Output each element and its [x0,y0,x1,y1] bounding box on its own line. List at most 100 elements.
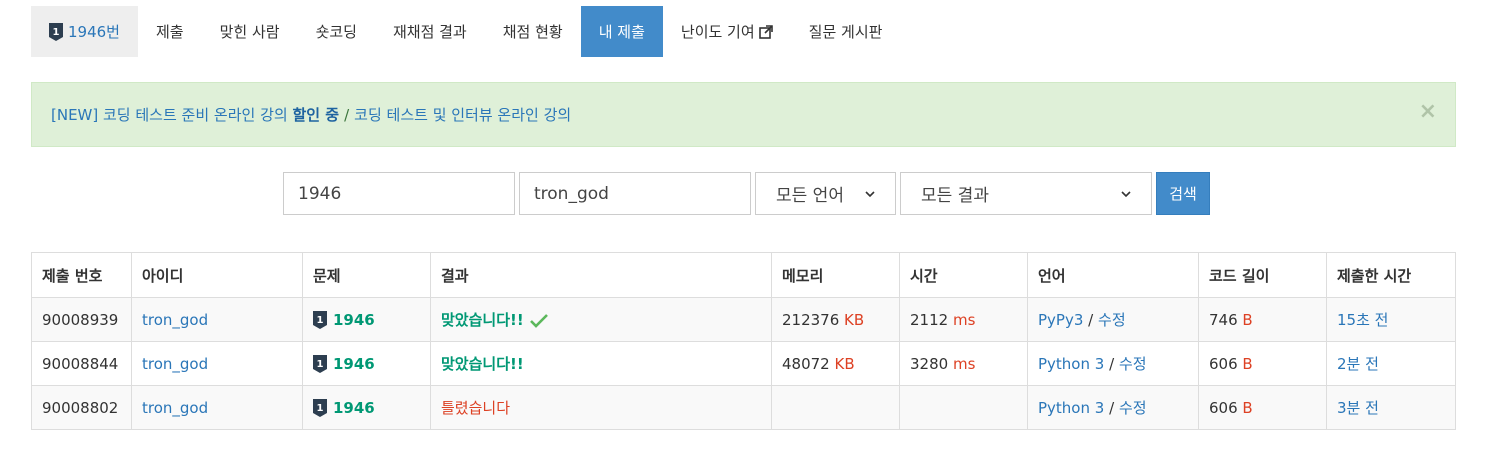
tab-questions[interactable]: 질문 게시판 [791,6,901,57]
svg-text:1: 1 [317,315,324,326]
tab-short-coding[interactable]: 숏코딩 [298,6,375,57]
promo-link-1[interactable]: [NEW] 코딩 테스트 준비 온라인 강의 할인 중 [51,104,339,125]
tab-label: 채점 현황 [502,23,563,41]
external-link-icon [758,24,773,39]
problem-link[interactable]: 1 1946 [313,398,420,417]
tab-rejudge[interactable]: 재채점 결과 [375,6,485,57]
tab-solved-users[interactable]: 맞힌 사람 [202,6,298,57]
edit-link[interactable]: 수정 [1119,399,1147,417]
code-length-value: 606 [1209,354,1238,373]
problem-link[interactable]: 1 1946 [313,310,420,329]
svg-text:1: 1 [53,27,60,38]
tab-submit[interactable]: 제출 [138,6,202,57]
result-select[interactable]: 모든 결과 [900,172,1152,215]
promo-alert: [NEW] 코딩 테스트 준비 온라인 강의 할인 중 / 코딩 테스트 및 인… [31,82,1456,147]
header-code-length: 코드 길이 [1198,252,1327,298]
result-value: 모든 결과 [921,186,989,206]
problem-number: 1946 [333,310,375,329]
alert-bold: 할인 중 [292,106,340,124]
problem-id-input[interactable]: 1946 [283,172,515,215]
memory-value: 48072 [782,354,830,373]
tab-label: 숏코딩 [315,23,357,41]
header-memory: 메모리 [771,252,900,298]
table-row: 90008802 tron_god 1 1946 틀렸습니다 Python 3 /… [31,385,1456,430]
header-submitted-time: 제출한 시간 [1326,252,1456,298]
tab-difficulty[interactable]: 난이도 기여 [663,6,791,57]
svg-text:1: 1 [317,403,324,414]
edit-link[interactable]: 수정 [1119,355,1147,373]
memory-unit: KB [844,310,865,329]
time-value [899,385,1028,430]
time-value: 3280 [910,354,949,373]
tab-label: 질문 게시판 [808,23,883,41]
tier-badge-icon: 1 [49,22,63,41]
memory-value [771,385,900,430]
header-language: 언어 [1027,252,1199,298]
code-length-unit: B [1242,398,1253,417]
memory-unit: KB [834,354,855,373]
submission-id: 90008844 [31,341,132,386]
time-unit: ms [952,310,976,329]
user-link[interactable]: tron_god [142,355,208,373]
tier-badge-icon: 1 [313,354,327,373]
user-link[interactable]: tron_god [142,311,208,329]
table-header-row: 제출 번호 아이디 문제 결과 메모리 시간 언어 코드 길이 제출한 시간 [31,252,1456,298]
result-text: 맞았습니다!! [441,311,524,329]
alert-separator: / [344,105,350,124]
code-length-value: 606 [1209,398,1238,417]
header-user: 아이디 [131,252,303,298]
tab-problem[interactable]: 1 1946번 [31,6,138,57]
check-icon [529,313,548,328]
problem-number: 1946 [333,354,375,373]
edit-link[interactable]: 수정 [1098,311,1126,329]
table-row: 90008844 tron_god 1 1946 맞았습니다!! 48072 KB… [31,341,1456,386]
code-length-unit: B [1242,354,1253,373]
time-unit: ms [952,354,976,373]
language-link[interactable]: PyPy3 [1038,311,1083,329]
tab-label: 제출 [155,23,184,41]
promo-link-2[interactable]: 코딩 테스트 및 인터뷰 온라인 강의 [354,104,571,125]
code-length-unit: B [1242,310,1253,329]
alert-text: [NEW] 코딩 테스트 준비 온라인 강의 [51,106,288,124]
submitted-time-link[interactable]: 15초 전 [1337,311,1388,329]
memory-value: 212376 [782,310,840,329]
tab-label: 1946번 [68,23,120,41]
chevron-down-icon [865,190,875,197]
problem-link[interactable]: 1 1946 [313,354,420,373]
result-text: 틀렸습니다 [441,399,511,417]
tier-badge-icon: 1 [313,398,327,417]
language-value: 모든 언어 [776,186,844,206]
submitted-time-link[interactable]: 2분 전 [1337,355,1379,373]
tab-label: 재채점 결과 [392,23,467,41]
language-link[interactable]: Python 3 [1038,355,1104,373]
tab-label: 내 제출 [598,23,645,41]
language-link[interactable]: Python 3 [1038,399,1104,417]
user-id-input[interactable]: tron_god [519,172,751,215]
header-time: 시간 [899,252,1028,298]
problem-tabs: 1 1946번 제출 맞힌 사람 숏코딩 재채점 결과 채점 현황 내 제출 난… [31,6,900,57]
code-length-value: 746 [1209,310,1238,329]
problem-number: 1946 [333,398,375,417]
tab-label: 난이도 기여 [680,23,755,41]
svg-text:1: 1 [317,359,324,370]
table-row: 90008939 tron_god 1 1946 맞았습니다!! 212376 K… [31,297,1456,342]
submitted-time-link[interactable]: 3분 전 [1337,399,1379,417]
header-problem: 문제 [302,252,431,298]
submission-id: 90008802 [31,385,132,430]
header-submission-id: 제출 번호 [31,252,132,298]
time-value: 2112 [910,310,949,329]
search-form: 1946 tron_god 모든 언어 모든 결과 검색 [283,172,1210,215]
user-link[interactable]: tron_god [142,399,208,417]
search-button[interactable]: 검색 [1156,172,1210,215]
submission-table: 제출 번호 아이디 문제 결과 메모리 시간 언어 코드 길이 제출한 시간 9… [31,252,1456,430]
tab-label: 맞힌 사람 [219,23,280,41]
submission-id: 90008939 [31,297,132,342]
tab-my-submissions[interactable]: 내 제출 [580,6,663,57]
header-result: 결과 [430,252,772,298]
chevron-down-icon [1121,190,1131,197]
result-text: 맞았습니다!! [441,355,524,373]
close-icon[interactable]: × [1419,101,1437,123]
language-select[interactable]: 모든 언어 [755,172,896,215]
tab-status[interactable]: 채점 현황 [485,6,581,57]
tier-badge-icon: 1 [313,310,327,329]
